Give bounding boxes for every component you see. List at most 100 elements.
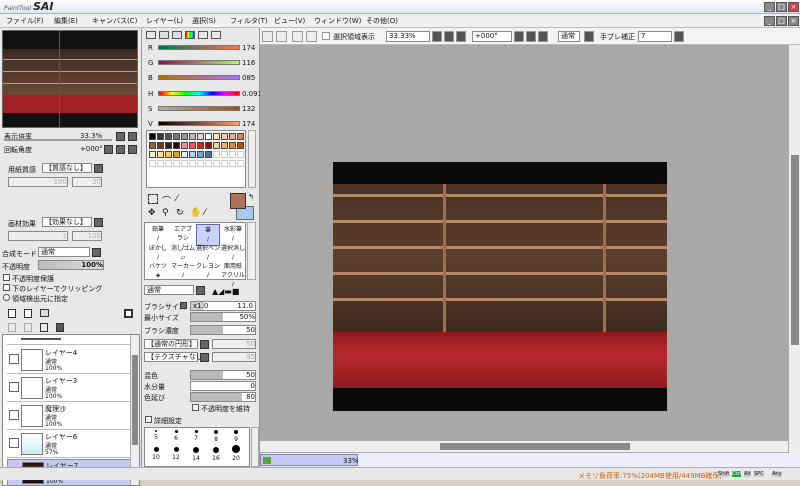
visibility-checkbox[interactable] <box>9 354 19 364</box>
v-slider[interactable] <box>158 121 240 126</box>
layer-item[interactable]: 魔理沙 通常 100% <box>7 403 131 430</box>
zoom-out-button[interactable] <box>432 31 442 42</box>
color-swatch[interactable] <box>205 160 212 167</box>
color-swatch[interactable] <box>189 133 196 140</box>
paper-effect-dropdown[interactable] <box>94 218 103 227</box>
merge-down-icon[interactable] <box>24 323 32 332</box>
color-swatch[interactable] <box>181 160 188 167</box>
deselect-button[interactable] <box>292 31 303 42</box>
magic-wand-icon[interactable]: ⁄ <box>176 194 178 204</box>
selection-source-checkbox[interactable] <box>3 294 10 301</box>
color-swatch[interactable] <box>229 160 236 167</box>
color-swatch[interactable] <box>229 151 236 158</box>
canvas-area[interactable] <box>260 45 800 453</box>
color-swatch[interactable] <box>157 142 164 149</box>
size-preset[interactable]: 20 <box>229 445 243 462</box>
menu-filter[interactable]: フィルタ(T) <box>230 16 268 26</box>
brush-edge-shapes[interactable]: ▲◢▬■ <box>212 287 239 296</box>
paper-texture-select[interactable]: 【質感なし】 <box>42 163 92 173</box>
zoom-field[interactable]: 33.33% <box>386 31 430 42</box>
size-preset[interactable]: 10 <box>149 447 163 461</box>
blend-mode-dropdown[interactable] <box>92 248 101 257</box>
color-swatch[interactable] <box>213 160 220 167</box>
minimize-button[interactable]: _ <box>764 2 775 12</box>
brush-mode-select[interactable]: 通常 <box>144 285 194 295</box>
brush-size-slider[interactable]: x1.0 11.0 <box>190 301 256 311</box>
horizontal-scrollbar[interactable] <box>260 440 788 452</box>
water-slider[interactable]: 0 <box>190 381 256 391</box>
close-button[interactable]: × <box>788 2 799 12</box>
brush-shape-select[interactable]: 【通常の円形】 <box>144 339 198 349</box>
zoom-reset-button[interactable] <box>456 31 466 42</box>
advanced-settings-checkbox[interactable] <box>145 416 152 423</box>
size-preset[interactable]: 9 <box>229 430 243 443</box>
brush-texture-dropdown[interactable] <box>200 353 209 362</box>
zoom-slider[interactable] <box>4 139 112 141</box>
visibility-checkbox[interactable] <box>9 438 19 448</box>
size-preset[interactable]: 14 <box>189 447 203 462</box>
layer-item[interactable]: レイヤー3 通常 100% <box>7 375 131 402</box>
color-swatch[interactable] <box>205 142 212 149</box>
size-preset[interactable]: 8 <box>209 430 223 443</box>
r-slider[interactable] <box>158 45 240 50</box>
brush-shape-dropdown[interactable] <box>200 340 209 349</box>
layer-item[interactable]: レイヤー6 通常 57% <box>7 431 131 458</box>
brush-size-checkbox[interactable] <box>180 302 187 309</box>
navigator-preview[interactable] <box>2 30 138 128</box>
color-swatch[interactable] <box>181 151 188 158</box>
new-linework-layer-icon[interactable] <box>24 309 32 318</box>
color-swatch[interactable] <box>197 142 204 149</box>
hand-icon[interactable]: ✋ <box>190 208 201 218</box>
color-swatch[interactable] <box>237 151 244 158</box>
color-swatch[interactable] <box>197 151 204 158</box>
move-icon[interactable]: ✥ <box>148 208 156 218</box>
paper-texture-strength[interactable]: 20 <box>72 177 102 187</box>
blend-mode-select[interactable]: 通常 <box>38 247 90 257</box>
trash-icon[interactable] <box>56 323 64 332</box>
size-preset[interactable]: 6 <box>169 430 183 442</box>
tool-crayon[interactable]: クレヨン ∕ <box>196 261 220 283</box>
color-swatch[interactable] <box>205 151 212 158</box>
color-swatch[interactable] <box>173 151 180 158</box>
stabilizer-select[interactable]: 7 <box>638 31 672 42</box>
menu-select[interactable]: 選択(S) <box>192 16 216 26</box>
menu-edit[interactable]: 編集(E) <box>54 16 78 26</box>
color-swatch[interactable] <box>149 133 156 140</box>
blending-slider[interactable]: 50 <box>190 370 256 380</box>
doc-close-button[interactable]: × <box>788 16 799 26</box>
min-size-slider[interactable]: 50% <box>190 312 256 322</box>
size-preset[interactable]: 5 <box>149 430 163 441</box>
palette-toggle[interactable] <box>211 31 221 39</box>
size-preset[interactable]: 7 <box>189 430 203 442</box>
color-swatch[interactable] <box>237 160 244 167</box>
color-swatch[interactable] <box>165 151 172 158</box>
color-swatch[interactable] <box>221 142 228 149</box>
rotate-right-button[interactable] <box>526 31 536 42</box>
angle-field[interactable]: +000° <box>472 31 512 42</box>
stabilizer-dropdown-button[interactable] <box>674 31 684 42</box>
persistence-slider[interactable]: 80 <box>190 392 256 402</box>
doc-minimize-button[interactable]: _ <box>764 16 775 26</box>
clipping-checkbox[interactable] <box>3 284 10 291</box>
color-swatch[interactable] <box>237 133 244 140</box>
g-slider[interactable] <box>158 60 240 65</box>
lasso-icon[interactable]: ⌒ <box>162 194 171 207</box>
brush-density-slider[interactable]: 50 <box>190 325 256 335</box>
vertical-scrollbar[interactable] <box>788 45 800 453</box>
color-swatch[interactable] <box>237 142 244 149</box>
color-swatch[interactable] <box>165 133 172 140</box>
view-mode-select[interactable]: 通常 <box>558 31 580 42</box>
color-swatch[interactable] <box>205 133 212 140</box>
new-layer-icon[interactable] <box>8 309 16 318</box>
protect-opacity-checkbox[interactable] <box>3 274 10 281</box>
color-swatch[interactable] <box>173 142 180 149</box>
selection-checkbox[interactable] <box>322 32 330 40</box>
color-swatch[interactable] <box>213 151 220 158</box>
color-swatch[interactable] <box>189 142 196 149</box>
color-swatch[interactable] <box>173 133 180 140</box>
keep-opacity-checkbox[interactable] <box>192 404 199 411</box>
h-slider[interactable] <box>158 91 240 96</box>
menu-file[interactable]: ファイル(F) <box>6 16 44 26</box>
swatch-toggle[interactable] <box>185 31 195 39</box>
new-folder-icon[interactable] <box>40 309 49 317</box>
